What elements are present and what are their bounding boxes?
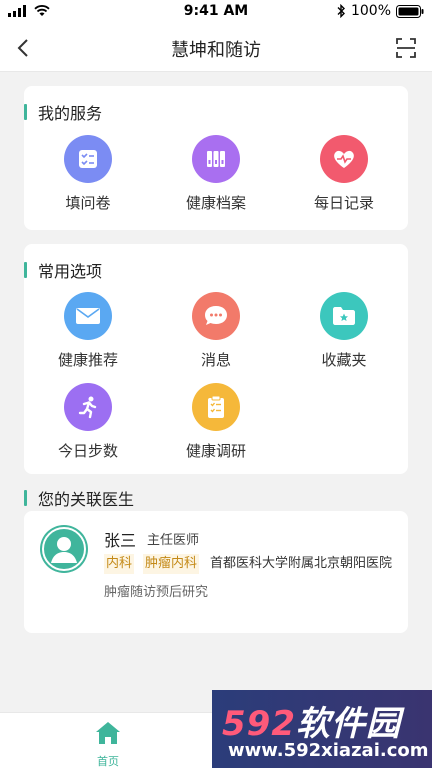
common-options-card: 常用选项 健康推荐 消息 收藏夹 今日步数 健康调研 — [24, 244, 408, 474]
doctors-section-title: 您的关联医生 — [24, 486, 134, 510]
mail-icon — [64, 292, 112, 340]
common-label: 消息 — [200, 351, 231, 369]
running-icon — [64, 383, 112, 431]
status-right: 100% — [336, 3, 424, 19]
department-tag: 内科 — [104, 554, 135, 574]
service-label: 填问卷 — [65, 194, 111, 212]
department-tag: 肿瘤内科 — [143, 554, 200, 574]
nav-bar: 慧坤和随访 — [0, 24, 432, 72]
page-title: 慧坤和随访 — [171, 40, 261, 61]
common-item-survey[interactable]: 健康调研 — [161, 383, 271, 461]
doctor-avatar — [40, 525, 88, 573]
watermark-top: 592软件园 — [222, 696, 401, 745]
common-title-text: 常用选项 — [38, 262, 103, 281]
service-label: 每日记录 — [313, 194, 374, 212]
service-item-daily-record[interactable]: 每日记录 — [289, 135, 399, 213]
avatar-icon — [42, 527, 86, 571]
daily-record-icon — [320, 135, 368, 183]
service-label: 健康档案 — [185, 194, 246, 212]
common-section-title: 常用选项 — [24, 258, 102, 282]
section-accent-bar — [24, 104, 27, 120]
service-item-health-archive[interactable]: 健康档案 — [161, 135, 271, 213]
favorites-folder-icon — [320, 292, 368, 340]
message-icon — [192, 292, 240, 340]
section-accent-bar — [24, 262, 27, 278]
survey-clipboard-icon — [192, 383, 240, 431]
questionnaire-icon — [64, 135, 112, 183]
tab-label: 首页 — [97, 755, 119, 768]
doctor-title: 主任医师 — [147, 533, 200, 548]
doctor-research: 肿瘤随访预后研究 — [104, 585, 209, 600]
services-section-title: 我的服务 — [24, 100, 102, 124]
battery-percent: 100% — [350, 3, 391, 19]
section-accent-bar — [24, 490, 27, 506]
common-item-steps[interactable]: 今日步数 — [33, 383, 143, 461]
common-label: 收藏夹 — [321, 351, 367, 369]
watermark-logo: 592软件园 www.592xiazai.com — [212, 690, 432, 768]
bluetooth-icon — [337, 4, 345, 18]
services-card: 我的服务 填问卷 健康档案 每日记录 — [24, 86, 408, 230]
common-label: 健康推荐 — [57, 351, 118, 369]
tab-home[interactable]: 首页 — [78, 719, 138, 768]
home-icon — [96, 722, 120, 744]
scan-icon[interactable] — [394, 36, 418, 60]
common-item-favorites[interactable]: 收藏夹 — [289, 292, 399, 370]
common-label: 今日步数 — [57, 442, 118, 460]
common-label: 健康调研 — [185, 442, 246, 460]
services-title-text: 我的服务 — [38, 104, 103, 123]
doctor-hospital: 首都医科大学附属北京朝阳医院 — [210, 556, 393, 571]
health-archive-icon — [192, 135, 240, 183]
doctor-name: 张三 — [104, 531, 137, 550]
status-bar: 9:41 AM 100% — [0, 0, 432, 24]
watermark-url: www.592xiazai.com — [228, 740, 429, 761]
service-item-questionnaire[interactable]: 填问卷 — [33, 135, 143, 213]
watermark-brand: 软件园 — [295, 704, 401, 744]
battery-icon — [396, 4, 424, 18]
doctors-title-text: 您的关联医生 — [38, 490, 135, 509]
doctor-card[interactable]: 张三 主任医师 内科 肿瘤内科 首都医科大学附属北京朝阳医院 肿瘤随访预后研究 — [24, 511, 408, 633]
watermark-number: 592 — [222, 704, 296, 744]
common-item-health-recommend[interactable]: 健康推荐 — [33, 292, 143, 370]
common-item-message[interactable]: 消息 — [161, 292, 271, 370]
